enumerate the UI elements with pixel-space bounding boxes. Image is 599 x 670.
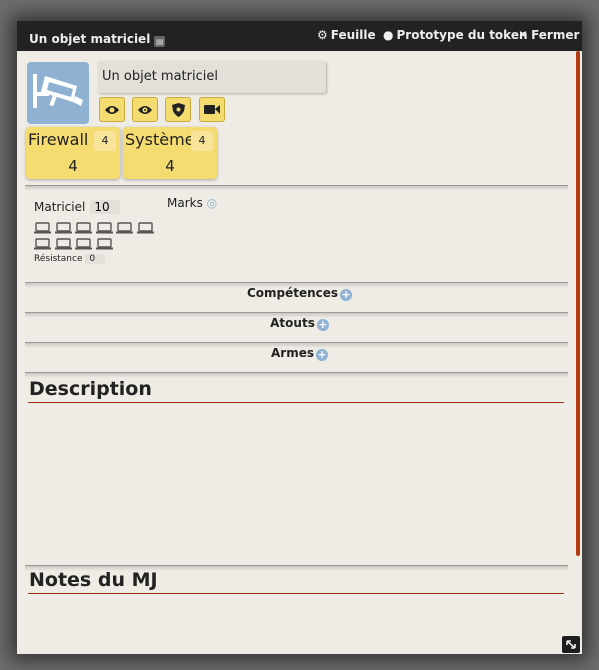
matrix-monitor-box[interactable] — [75, 235, 92, 250]
resistance-value[interactable]: 0 — [85, 254, 106, 264]
edges-title: Atouts — [270, 316, 315, 330]
resistance-label: Résistance — [34, 254, 83, 264]
description-rule — [28, 402, 564, 403]
scrollbar-thumb[interactable] — [576, 51, 580, 556]
close-button[interactable]: ✕ Fermer — [518, 28, 579, 42]
user-circle-icon: ● — [383, 28, 394, 42]
attribute-value[interactable]: 4 — [26, 157, 120, 175]
actor-sheet-window: Un objet matriciel ▤ ⚙ Feuille ● Prototype … — [17, 21, 582, 654]
close-icon: ✕ — [518, 28, 529, 42]
matrix-monitor-box[interactable] — [34, 235, 51, 250]
eye-shield-icon — [138, 105, 152, 114]
sheet-config-label: Feuille — [330, 28, 376, 42]
matrix-condition-row: Matriciel 10 — [34, 196, 121, 215]
matrix-monitor-box[interactable] — [95, 235, 113, 250]
mode-button-3[interactable] — [165, 97, 191, 122]
actor-name-field[interactable]: Un objet matriciel — [98, 61, 326, 93]
add-edge-icon[interactable]: + — [316, 319, 329, 331]
weapons-title: Armes — [271, 346, 314, 360]
resize-handle[interactable] — [562, 636, 580, 653]
matrix-monitor-box[interactable] — [34, 219, 51, 234]
matrix-monitor-box[interactable] — [95, 219, 113, 234]
matrix-monitor-box[interactable] — [54, 219, 72, 234]
attribute-value[interactable]: 4 — [123, 157, 217, 175]
mode-button-4[interactable] — [199, 97, 225, 122]
marks-row: Marks ◎ — [167, 196, 217, 210]
window-title-text: Un objet matriciel — [29, 32, 151, 46]
weapons-section-header: Armes + — [17, 346, 582, 361]
add-skill-icon[interactable]: + — [340, 289, 353, 301]
eye-icon — [105, 105, 119, 114]
sheet-config-button[interactable]: ⚙ Feuille — [317, 28, 376, 42]
prototype-token-label: Prototype du token — [396, 28, 528, 42]
description-editor[interactable] — [28, 405, 564, 563]
attribute-firewall[interactable]: Firewall 4 4 — [26, 127, 120, 179]
attribute-max[interactable]: 4 — [94, 131, 116, 151]
skills-title: Compétences — [246, 286, 339, 300]
shield-icon — [171, 102, 185, 117]
gear-icon: ⚙ — [317, 28, 328, 42]
prototype-token-button[interactable]: ● Prototype du token — [383, 28, 528, 42]
marks-label: Marks — [167, 196, 203, 210]
gm-notes-heading: Notes du MJ — [29, 569, 158, 591]
matrix-monitor-box[interactable] — [136, 219, 154, 234]
section-divider-shadow — [25, 186, 568, 191]
matrix-monitor-box[interactable] — [116, 219, 133, 234]
sheet-content: Un objet matriciel Firewall 4 4 Système … — [17, 51, 582, 654]
matrix-value[interactable]: 10 — [90, 200, 121, 214]
add-weapon-icon[interactable]: + — [316, 349, 328, 361]
resize-icon — [566, 640, 576, 649]
matrix-monitor-box[interactable] — [54, 235, 72, 250]
edges-section-header: Atouts + — [17, 316, 582, 331]
window-titlebar[interactable]: Un objet matriciel ▤ ⚙ Feuille ● Prototype … — [17, 21, 582, 51]
fingerprint-icon[interactable]: ◎ — [207, 196, 217, 210]
mode-button-1[interactable] — [99, 97, 125, 122]
actor-portrait[interactable] — [27, 62, 89, 124]
skills-section-header: Compétences + — [17, 286, 582, 301]
attribute-max[interactable]: 4 — [191, 131, 213, 151]
window-title: Un objet matriciel ▤ — [29, 32, 166, 47]
gm-notes-editor[interactable] — [28, 596, 564, 646]
resistance-row: Résistance 0 — [34, 254, 106, 264]
security-camera-icon — [33, 74, 83, 108]
description-heading: Description — [29, 378, 152, 400]
attribute-label: Firewall — [28, 130, 89, 149]
document-id-icon[interactable]: ▤ — [154, 36, 166, 47]
close-label: Fermer — [531, 28, 580, 42]
mode-button-2[interactable] — [132, 97, 158, 122]
matrix-label: Matriciel — [34, 200, 86, 214]
attribute-label: Système — [125, 130, 195, 149]
gm-notes-rule — [28, 593, 564, 594]
attribute-system[interactable]: Système 4 4 — [123, 127, 217, 179]
matrix-monitor-box[interactable] — [75, 219, 92, 234]
video-camera-icon — [204, 105, 220, 114]
